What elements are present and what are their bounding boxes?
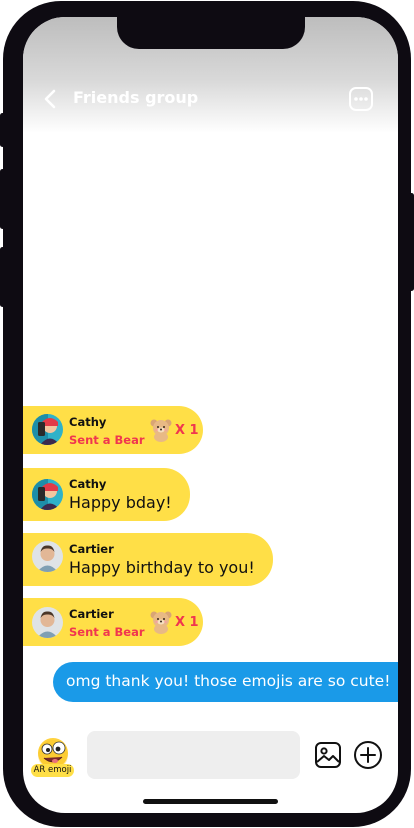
side-button-volume-up xyxy=(0,169,5,229)
cartier-avatar xyxy=(32,607,63,638)
image-icon[interactable] xyxy=(314,741,342,769)
cartier-avatar xyxy=(32,541,63,572)
gift-count: X 1 xyxy=(175,423,199,438)
phone-frame: Friends group Cathy Sent a Bear X 1 Cath… xyxy=(0,1,414,827)
add-circle-icon[interactable] xyxy=(353,740,383,770)
cathy-avatar xyxy=(32,414,63,445)
bear-icon xyxy=(150,611,172,634)
message-text: Happy birthday to you! xyxy=(69,558,255,577)
cathy-avatar xyxy=(32,479,63,510)
more-options-icon[interactable] xyxy=(348,86,374,112)
gift-action-text: Sent a Bear xyxy=(69,625,145,639)
side-button-power xyxy=(409,193,414,291)
outgoing-message[interactable]: omg thank you! those emojis are so cute! xyxy=(53,662,398,702)
sender-name: Cartier xyxy=(69,542,114,556)
back-chevron-icon[interactable] xyxy=(41,87,61,111)
side-button-volume-down xyxy=(0,247,5,307)
home-indicator[interactable] xyxy=(143,799,278,804)
gift-message[interactable]: Cartier Sent a Bear X 1 xyxy=(23,598,203,646)
message-text: Happy bday! xyxy=(69,493,172,512)
message-text: omg thank you! those emojis are so cute! xyxy=(66,672,391,690)
gift-count: X 1 xyxy=(175,615,199,630)
sender-name: Cathy xyxy=(69,415,107,429)
chat-title: Friends group xyxy=(73,88,199,107)
bear-icon xyxy=(150,419,172,442)
message-input[interactable] xyxy=(87,731,300,779)
gift-message[interactable]: Cathy Sent a Bear X 1 xyxy=(23,406,203,454)
app-screen: Friends group Cathy Sent a Bear X 1 Cath… xyxy=(23,17,398,813)
incoming-message[interactable]: Cartier Happy birthday to you! xyxy=(23,533,273,586)
side-button-mute xyxy=(0,113,5,147)
sender-name: Cartier xyxy=(69,607,114,621)
gift-action-text: Sent a Bear xyxy=(69,433,145,447)
incoming-message[interactable]: Cathy Happy bday! xyxy=(23,468,190,521)
sender-name: Cathy xyxy=(69,477,107,491)
notch xyxy=(117,17,305,49)
ar-emoji-label[interactable]: AR emoji xyxy=(31,764,74,777)
